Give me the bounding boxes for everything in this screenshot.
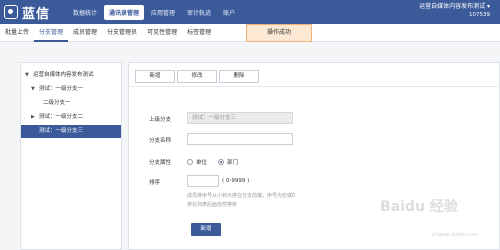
- corp-name: 运营自媒体内容发布测试 ▾: [419, 3, 490, 10]
- brand-name: 蓝信: [22, 6, 51, 22]
- radio-department[interactable]: [218, 159, 224, 165]
- parent-branch-label: 上级分支: [149, 117, 172, 123]
- tree-item-label: 运营自媒体内容发布测试: [33, 72, 94, 78]
- parent-branch-field: 测试：一级分支三: [187, 112, 293, 124]
- edit-button[interactable]: 修改: [177, 70, 217, 83]
- branch-toolbar: 新增 修改 删除: [129, 63, 500, 87]
- radio-department-label: 部门: [227, 160, 239, 166]
- sort-order-range: ( 0-9999 ): [222, 178, 250, 184]
- tab-visibility[interactable]: 可见性管理: [142, 24, 182, 42]
- chevron-right-icon[interactable]: ▶: [31, 111, 39, 124]
- sort-hint-line-2: 排在列表后面自然排序: [187, 202, 238, 208]
- tree-item-branch-2[interactable]: ▶ 测试：一级分支二: [21, 111, 121, 124]
- tab-tags[interactable]: 标签管理: [182, 24, 216, 42]
- tab-branch-management[interactable]: 分支管理: [34, 24, 69, 42]
- tree-item-label: 二级分支一: [43, 100, 71, 106]
- branch-name-input[interactable]: [187, 133, 293, 145]
- tree-item-label: 测试：一级分支一: [39, 86, 84, 92]
- add-button[interactable]: 新增: [135, 70, 175, 83]
- tab-branch-admins[interactable]: 分支管理员: [102, 24, 142, 42]
- branch-tree: ▼ 运营自媒体内容发布测试 ▼ 测试：一级分支一 二级分支一 ▶ 测试：一级分支二 测…: [20, 62, 122, 250]
- watermark-logo: Baidu 经验: [380, 199, 458, 215]
- radio-unit-label: 单位: [196, 160, 208, 166]
- tree-item-root[interactable]: ▼ 运营自媒体内容发布测试: [21, 69, 121, 82]
- branch-attribute-label: 分支属性: [149, 160, 172, 166]
- top-bar: 蓝信 数据统计 通讯录管理 应用管理 审计轨迹 账户 运营自媒体内容发布测试 ▾…: [0, 0, 500, 24]
- corp-id: 107539: [469, 12, 490, 18]
- tree-item-sub-branch-1[interactable]: 二级分支一: [21, 97, 121, 110]
- corp-selector[interactable]: 运营自媒体内容发布测试 ▾ 107539: [419, 3, 490, 19]
- sort-order-input[interactable]: [187, 175, 219, 187]
- nav-item-audit[interactable]: 审计轨迹: [182, 5, 216, 20]
- nav-item-contacts[interactable]: 通讯录管理: [104, 5, 145, 20]
- brand-logo[interactable]: 蓝信: [4, 2, 50, 22]
- tree-item-branch-3[interactable]: 测试：一级分支三: [21, 125, 121, 138]
- sort-hint-line-1: 成员排序号从小到大排在分支前端，序号为空或0: [187, 193, 296, 199]
- logo-icon: [4, 5, 18, 19]
- submit-add-button[interactable]: 新增: [191, 223, 221, 236]
- chevron-down-icon[interactable]: ▼: [31, 83, 39, 96]
- success-toast: 操作成功: [246, 24, 312, 42]
- chevron-down-icon[interactable]: ▼: [25, 69, 33, 82]
- tree-item-label: 测试：一级分支二: [39, 114, 84, 120]
- nav-item-apps[interactable]: 应用管理: [146, 5, 180, 20]
- tab-batch-upload[interactable]: 批量上传: [0, 24, 34, 42]
- sort-order-label: 排序: [149, 180, 161, 186]
- watermark-url: jingyan.baidu.com: [432, 232, 479, 238]
- tree-item-branch-1[interactable]: ▼ 测试：一级分支一: [21, 83, 121, 96]
- delete-button[interactable]: 删除: [219, 70, 259, 83]
- main-nav: 数据统计 通讯录管理 应用管理 审计轨迹 账户: [68, 5, 240, 20]
- radio-unit[interactable]: [187, 159, 193, 165]
- tab-member-management[interactable]: 成员管理: [68, 24, 102, 42]
- nav-item-stats[interactable]: 数据统计: [68, 5, 102, 20]
- tree-item-label: 测试：一级分支三: [39, 128, 84, 134]
- branch-form-panel: 新增 修改 删除 上级分支 测试：一级分支三 分支名称 分支属性 单位 部门 排…: [128, 62, 500, 250]
- branch-name-label: 分支名称: [149, 138, 172, 144]
- nav-item-account[interactable]: 账户: [218, 5, 240, 20]
